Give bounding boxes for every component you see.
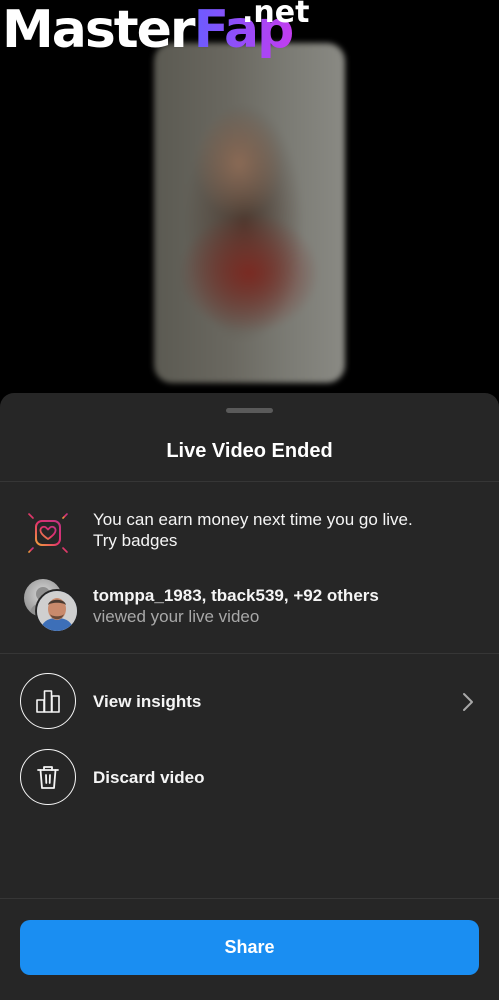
live-ended-screen: MasterFap .net Live Video Ended You can … bbox=[0, 0, 499, 1000]
badges-line-2: Try badges bbox=[93, 531, 178, 550]
view-insights-icon-button[interactable] bbox=[20, 673, 76, 729]
live-video-thumbnail bbox=[154, 43, 345, 383]
bar-chart-icon bbox=[36, 690, 60, 713]
cropped-background-text bbox=[0, 983, 499, 1000]
share-button[interactable]: Share bbox=[20, 920, 479, 975]
viewers-subtitle: viewed your live video bbox=[93, 607, 260, 626]
badges-line-1: You can earn money next time you go live… bbox=[93, 510, 413, 529]
watermark-suffix: .net bbox=[242, 0, 310, 30]
viewer-names: tomppa_1983, tback539, +92 others bbox=[93, 586, 379, 605]
bottom-sheet: Live Video Ended You can earn money next… bbox=[0, 393, 499, 1000]
chevron-right-icon[interactable] bbox=[456, 690, 480, 714]
watermark-logo: MasterFap .net bbox=[2, 0, 309, 56]
watermark-part-a: Master bbox=[2, 0, 196, 60]
viewers-row[interactable]: tomppa_1983, tback539, +92 others viewed… bbox=[93, 585, 379, 627]
discard-video-icon-button[interactable] bbox=[20, 749, 76, 805]
avatar bbox=[35, 589, 79, 633]
trash-icon bbox=[37, 766, 59, 789]
title-divider bbox=[0, 481, 499, 482]
discard-video-label[interactable]: Discard video bbox=[93, 767, 205, 788]
sheet-title: Live Video Ended bbox=[166, 440, 333, 462]
section-divider bbox=[0, 653, 499, 654]
viewer-avatars bbox=[24, 579, 80, 633]
view-insights-label[interactable]: View insights bbox=[93, 691, 201, 712]
footer-divider bbox=[0, 898, 499, 899]
heart-badge-icon[interactable] bbox=[20, 505, 76, 561]
avatar-face-icon bbox=[37, 591, 77, 631]
badges-row-text[interactable]: You can earn money next time you go live… bbox=[93, 509, 413, 551]
sheet-grabber-handle[interactable] bbox=[226, 408, 273, 413]
